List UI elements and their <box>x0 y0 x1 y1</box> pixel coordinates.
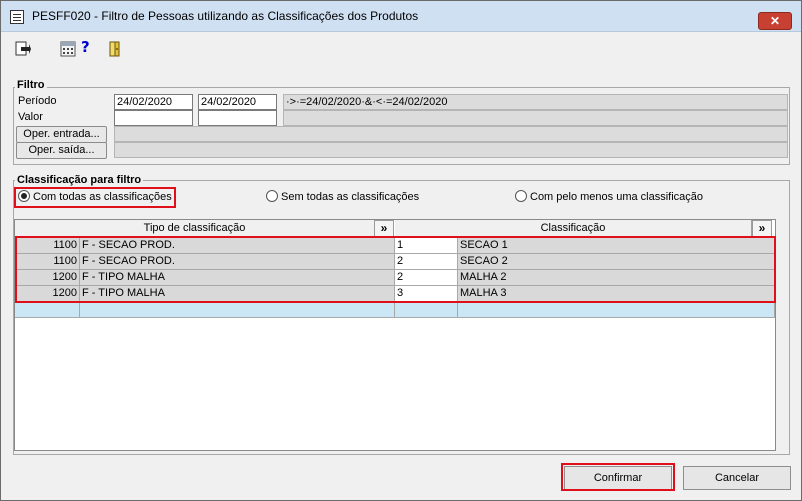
radio-selected-icon <box>18 190 30 202</box>
help-icon[interactable]: ? <box>81 39 97 55</box>
dialog-window: PESFF020 - Filtro de Pessoas utilizando … <box>0 0 802 501</box>
valor-expression <box>283 110 788 126</box>
tipo-desc-cell: F - TIPO MALHA <box>80 286 395 302</box>
new-class-desc-cell[interactable] <box>458 302 775 318</box>
classificacao-title: Classificação para filtro <box>15 174 144 186</box>
oper-saida-button[interactable]: Oper. saída... <box>16 142 107 159</box>
date-from-field[interactable]: 24/02/2020 <box>114 94 193 110</box>
tipo-code-cell: 1200 <box>15 270 80 286</box>
calculator-icon[interactable] <box>60 41 76 57</box>
cancel-button[interactable]: Cancelar <box>683 466 791 490</box>
expand-tipo-button[interactable]: » <box>374 220 394 237</box>
class-desc-cell: SECAO 2 <box>458 254 775 270</box>
new-tipo-code-cell[interactable] <box>15 302 80 318</box>
radio-unselected-icon <box>515 190 527 202</box>
class-code-cell: 2 <box>395 270 458 286</box>
table-row[interactable]: 1100 F - SECAO PROD. 2 SECAO 2 <box>15 254 775 270</box>
class-desc-cell: SECAO 1 <box>458 238 775 254</box>
tipo-desc-cell: F - SECAO PROD. <box>80 238 395 254</box>
radio-pelo-menos-uma-label: Com pelo menos uma classificação <box>530 191 704 203</box>
col-header-classificacao[interactable]: Classificação <box>395 220 752 237</box>
periodo-label: Período <box>18 95 57 107</box>
class-desc-cell: MALHA 2 <box>458 270 775 286</box>
expand-classificacao-button[interactable]: » <box>752 220 772 237</box>
class-code-cell: 1 <box>395 238 458 254</box>
new-tipo-desc-cell[interactable] <box>80 302 395 318</box>
new-entry-row[interactable] <box>15 302 775 318</box>
oper-entrada-button[interactable]: Oper. entrada... <box>16 126 107 143</box>
valor-label: Valor <box>18 111 43 123</box>
exit-icon[interactable] <box>15 41 31 57</box>
oper-saida-value <box>114 142 788 158</box>
period-expression: ·>·=24/02/2020·&·<·=24/02/2020 <box>283 94 788 110</box>
radio-com-todas[interactable]: Com todas as classificações <box>18 189 172 205</box>
new-class-code-cell[interactable] <box>395 302 458 318</box>
radio-unselected-icon <box>266 190 278 202</box>
tipo-desc-cell: F - SECAO PROD. <box>80 254 395 270</box>
app-document-icon <box>10 10 24 24</box>
oper-entrada-value <box>114 126 788 142</box>
tipo-code-cell: 1100 <box>15 254 80 270</box>
class-code-cell: 2 <box>395 254 458 270</box>
valor-to-field[interactable] <box>198 110 277 126</box>
col-header-tipo[interactable]: Tipo de classificação <box>15 220 375 237</box>
title-bar: PESFF020 - Filtro de Pessoas utilizando … <box>1 1 801 32</box>
table-row[interactable]: 1100 F - SECAO PROD. 1 SECAO 1 <box>15 238 775 254</box>
tipo-code-cell: 1200 <box>15 286 80 302</box>
filtro-title: Filtro <box>15 79 47 91</box>
close-button[interactable]: ✕ <box>758 12 792 30</box>
radio-pelo-menos-uma[interactable]: Com pelo menos uma classificação <box>515 189 703 205</box>
table-row[interactable]: 1200 F - TIPO MALHA 2 MALHA 2 <box>15 270 775 286</box>
valor-from-field[interactable] <box>114 110 193 126</box>
table-row[interactable]: 1200 F - TIPO MALHA 3 MALHA 3 <box>15 286 775 302</box>
radio-sem-todas[interactable]: Sem todas as classificações <box>266 189 419 205</box>
class-desc-cell: MALHA 3 <box>458 286 775 302</box>
radio-sem-todas-label: Sem todas as classificações <box>281 191 420 203</box>
class-code-cell: 3 <box>395 286 458 302</box>
date-to-field[interactable]: 24/02/2020 <box>198 94 277 110</box>
tipo-desc-cell: F - TIPO MALHA <box>80 270 395 286</box>
window-title: PESFF020 - Filtro de Pessoas utilizando … <box>32 9 419 23</box>
radio-com-todas-label: Com todas as classificações <box>33 191 172 203</box>
door-exit-icon[interactable] <box>107 41 123 57</box>
classification-grid: Tipo de classificação » Classificação » … <box>14 219 776 451</box>
tipo-code-cell: 1100 <box>15 238 80 254</box>
confirm-button[interactable]: Confirmar <box>564 466 672 490</box>
